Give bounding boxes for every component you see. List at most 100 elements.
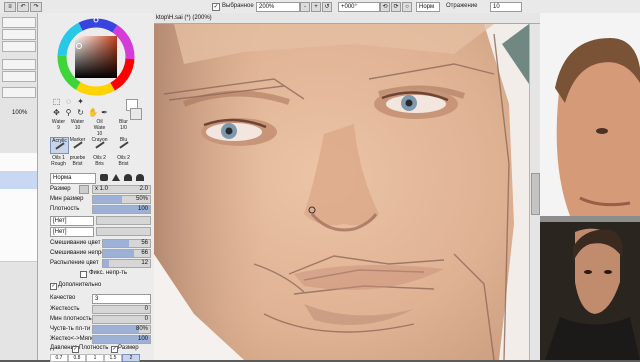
texture-dropdown-1[interactable]: [Нет] bbox=[50, 216, 94, 226]
brush-tip-4-icon[interactable] bbox=[136, 174, 144, 181]
selection-rect-icon[interactable]: ⬚ bbox=[52, 97, 61, 106]
tool-label: Oils 2 Brist bbox=[117, 155, 130, 167]
size-slider[interactable]: x 1.0 2.0 bbox=[92, 185, 151, 194]
tool-marker[interactable]: Marker bbox=[69, 137, 86, 152]
tool-water-1[interactable]: Water 9 bbox=[50, 119, 67, 134]
persistence-slider[interactable]: 12 bbox=[102, 259, 151, 268]
size-preset[interactable]: 1.5 bbox=[104, 354, 122, 362]
tool-size: 1/0 bbox=[120, 125, 127, 131]
density-slider[interactable]: 100 bbox=[92, 205, 151, 214]
blend-mode-field[interactable]: Норм bbox=[416, 2, 440, 12]
selection-checkbox[interactable]: ✓ bbox=[212, 3, 220, 11]
layer-row[interactable] bbox=[0, 243, 37, 262]
layer-row[interactable] bbox=[0, 207, 37, 226]
canvas-title: ktop\H.sai (*) (200%) bbox=[154, 13, 540, 24]
dilute-fill bbox=[103, 250, 135, 257]
layer-button-5[interactable] bbox=[2, 71, 36, 82]
size-value: 2.0 bbox=[139, 186, 148, 192]
redo-icon[interactable]: ↷ bbox=[30, 2, 42, 12]
texture-slider-1[interactable] bbox=[96, 216, 151, 225]
tool-water-2[interactable]: Water 10 bbox=[69, 119, 86, 134]
texture-slider-2[interactable] bbox=[96, 227, 151, 236]
tool-pruebe[interactable]: pruebe Brist bbox=[69, 155, 86, 170]
pressure-slider[interactable]: 80% bbox=[92, 325, 151, 334]
layer-button-1[interactable] bbox=[2, 17, 36, 28]
undo-icon[interactable]: ↶ bbox=[17, 2, 29, 12]
hand-icon[interactable]: ✋ bbox=[88, 108, 98, 117]
zoom-out-button[interactable]: - bbox=[300, 2, 310, 12]
layer-row-selected[interactable] bbox=[0, 171, 37, 190]
layer-row[interactable] bbox=[0, 153, 37, 172]
layer-opacity-label: 100% bbox=[12, 110, 28, 116]
min-density-value: 0 bbox=[144, 316, 148, 322]
rotate-right-button[interactable]: ⟳ bbox=[391, 2, 401, 12]
tool-label: Marker bbox=[69, 137, 86, 143]
tool-oil-water[interactable]: Oil Wate 10 bbox=[91, 119, 108, 137]
layer-row[interactable] bbox=[0, 225, 37, 244]
color-wheel[interactable] bbox=[52, 16, 140, 98]
dilute-slider[interactable]: 66 bbox=[102, 249, 151, 258]
tool-label: pruebe Brist bbox=[69, 155, 86, 167]
magic-wand-icon[interactable]: ✦ bbox=[76, 97, 85, 106]
min-size-fill bbox=[93, 196, 122, 203]
rotate-left-button[interactable]: ⟲ bbox=[380, 2, 390, 12]
size-preset[interactable]: 0.7 bbox=[50, 354, 68, 362]
scrollbar-thumb[interactable] bbox=[531, 173, 540, 215]
layer-button-4[interactable] bbox=[2, 59, 36, 70]
quality-dropdown[interactable]: 3 bbox=[92, 294, 151, 304]
size-preset[interactable]: 0.8 bbox=[68, 354, 86, 362]
blend-color-slider[interactable]: 56 bbox=[102, 239, 151, 248]
stabilizer-field[interactable]: 10 bbox=[490, 2, 522, 12]
advanced-checkbox[interactable]: ✓ bbox=[50, 283, 57, 290]
pressure-density-checkbox[interactable]: ✓ bbox=[72, 346, 79, 353]
pressure-value: 80% bbox=[135, 326, 148, 332]
tool-oils-brist[interactable]: Oils 2 Brist bbox=[115, 155, 132, 170]
reference-image-top bbox=[540, 13, 640, 216]
rotate-reset-button[interactable]: ○ bbox=[402, 2, 412, 12]
layer-button-6[interactable] bbox=[2, 87, 36, 98]
texture-dropdown-2[interactable]: [Нет] bbox=[50, 227, 94, 237]
size-preset[interactable]: 1 bbox=[86, 354, 104, 362]
min-size-slider[interactable]: 50% bbox=[92, 195, 151, 204]
drawing-canvas[interactable] bbox=[154, 24, 529, 360]
tool-crayon[interactable]: Crayon bbox=[91, 137, 108, 152]
brush-tip-2-icon[interactable] bbox=[112, 174, 120, 181]
zoom-icon[interactable]: ⚲ bbox=[64, 108, 73, 117]
brush-shape-dropdown[interactable]: Норма bbox=[50, 173, 96, 184]
rotation-field[interactable]: +000° bbox=[338, 2, 380, 12]
tool-blur-2[interactable]: Blu bbox=[115, 137, 132, 152]
hard-soft-slider[interactable]: 100 bbox=[92, 335, 151, 344]
hardness-slider[interactable]: 0 bbox=[92, 305, 151, 314]
tool-label: Oils 2 Bris bbox=[93, 155, 106, 167]
layer-row[interactable] bbox=[0, 189, 37, 208]
size-multiplier-button[interactable] bbox=[79, 185, 89, 194]
layer-button-3[interactable] bbox=[2, 41, 36, 52]
layer-button-2[interactable] bbox=[2, 29, 36, 40]
brush-tip-1-icon[interactable] bbox=[100, 174, 108, 181]
brush-tip-3-icon[interactable] bbox=[124, 174, 132, 181]
hardness-value: 0 bbox=[144, 306, 148, 312]
lasso-icon[interactable]: ◌ bbox=[64, 97, 73, 106]
move-icon[interactable]: ✥ bbox=[52, 108, 61, 117]
tool-blur[interactable]: Blur 1/0 bbox=[115, 119, 132, 134]
tool-oils-bris[interactable]: Oils 2 Bris bbox=[91, 155, 108, 170]
zoom-reset-button[interactable]: ↺ bbox=[322, 2, 332, 12]
blend-color-value: 56 bbox=[141, 240, 148, 246]
fix-opacity-checkbox[interactable] bbox=[80, 271, 87, 278]
rotate-icon[interactable]: ↻ bbox=[76, 108, 85, 117]
tool-oils-rough[interactable]: Oils 1 Rough bbox=[50, 155, 67, 170]
menu-icon[interactable]: ≡ bbox=[4, 2, 16, 12]
quality-label: Качество bbox=[50, 295, 76, 301]
min-size-label: Мин размер bbox=[50, 196, 84, 202]
tool-acrylic[interactable]: Acrylic bbox=[50, 137, 69, 154]
min-density-slider[interactable]: 0 bbox=[92, 315, 151, 324]
zoom-in-button[interactable]: + bbox=[311, 2, 321, 12]
hardness-label: Жесткость bbox=[50, 306, 80, 312]
eyedropper-icon[interactable]: ✒ bbox=[100, 108, 109, 117]
pressure-size-checkbox[interactable]: ✓ bbox=[111, 346, 118, 353]
size-preset-selected[interactable]: 2 bbox=[122, 354, 140, 362]
hard-soft-value: 100 bbox=[137, 336, 148, 342]
top-toolbar: ≡ ↶ ↷ ✓ Выбранное 200% - + ↺ +000° ⟲ ⟳ ○… bbox=[0, 0, 640, 14]
blend-color-fill bbox=[103, 240, 130, 247]
zoom-field[interactable]: 200% bbox=[256, 2, 300, 12]
